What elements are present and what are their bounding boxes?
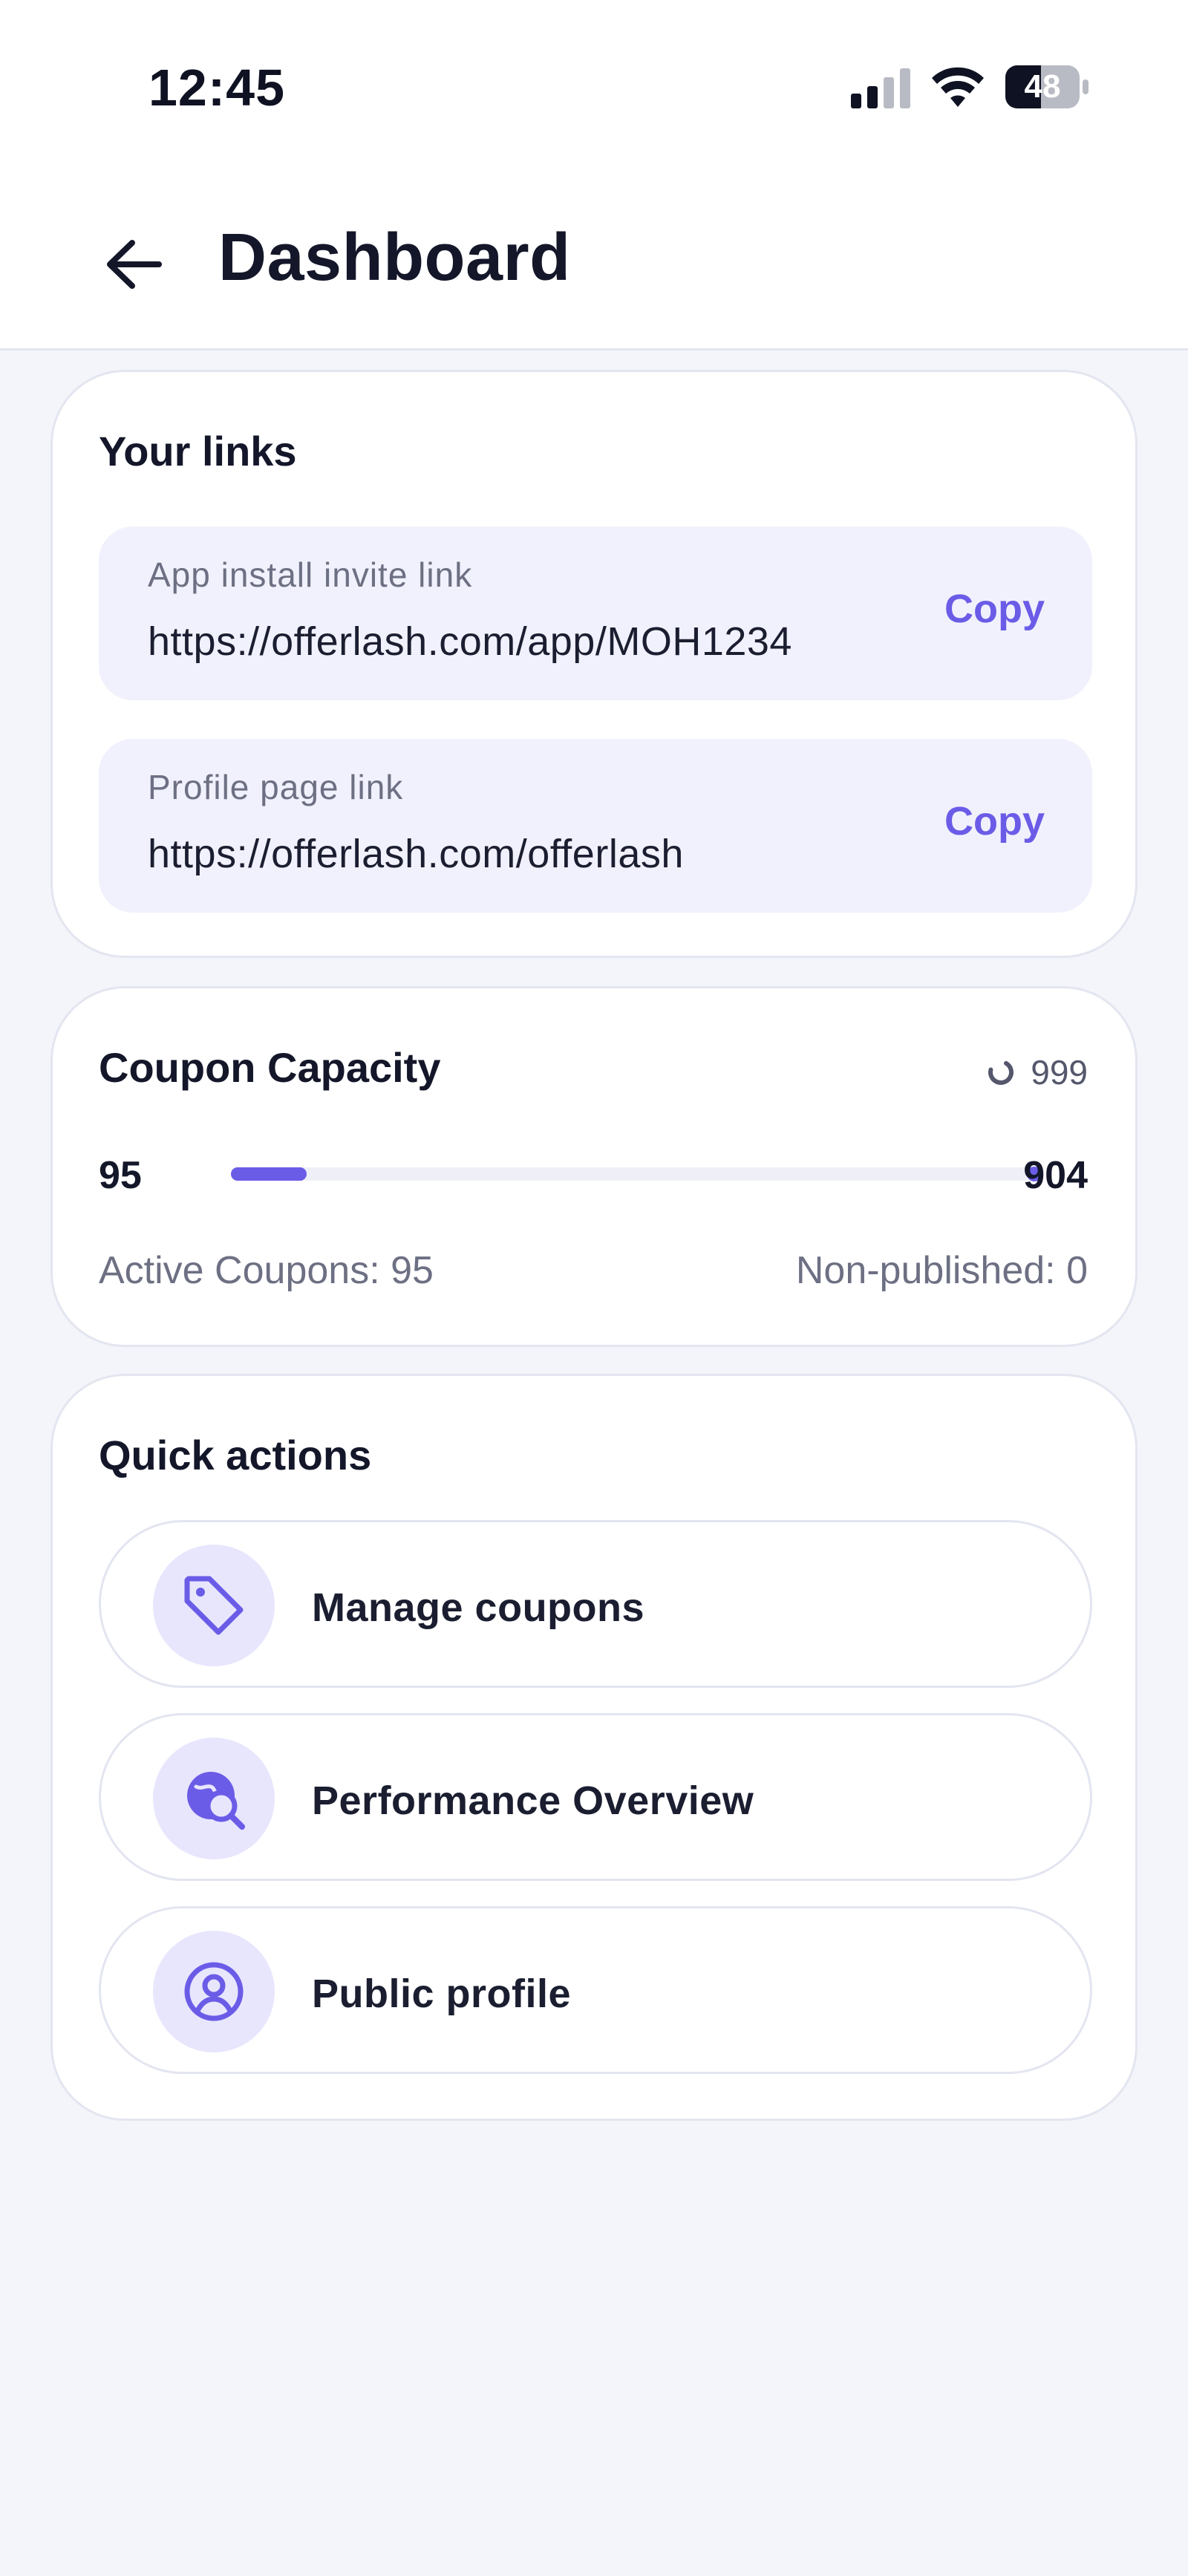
copy-profile-link-button[interactable]: Copy [944,798,1045,844]
capacity-progress-fill [231,1167,307,1181]
manage-coupons-button[interactable]: Manage coupons [99,1520,1092,1688]
public-profile-button[interactable]: Public profile [99,1906,1092,2074]
profile-link-label: Profile page link [148,768,404,806]
back-button[interactable] [97,227,171,301]
quick-actions-title: Quick actions [99,1432,372,1478]
invite-link-url: https://offerlash.com/app/MOH1234 [148,619,792,664]
battery-level: 48 [1024,68,1061,105]
cellular-signal-icon [851,68,910,108]
user-circle-icon [184,1962,244,2021]
page-title: Dashboard [218,221,571,295]
capacity-title: Coupon Capacity [99,1044,441,1091]
capacity-total: 999 [986,1052,1088,1092]
capacity-remaining-value: 904 [1023,1154,1088,1197]
copy-invite-link-button[interactable]: Copy [944,586,1045,632]
invite-link-box: App install invite link https://offerlas… [99,526,1092,700]
profile-link-box: Profile page link https://offerlash.com/… [99,739,1092,913]
public-profile-label: Public profile [312,1972,572,2016]
public-profile-icon-circle [153,1931,275,2052]
capacity-total-value: 999 [1031,1053,1088,1092]
arrow-left-icon [107,240,162,289]
performance-overview-button[interactable]: Performance Overview [99,1713,1092,1881]
globe-search-icon [187,1772,245,1830]
loading-ring-icon [988,1060,1014,1085]
active-coupons-text: Active Coupons: 95 [99,1249,434,1292]
status-time: 12:45 [148,59,286,117]
non-published-text: Non-published: 0 [795,1249,1088,1292]
links-title: Your links [99,428,297,475]
tag-icon [184,1576,244,1635]
profile-link-url: https://offerlash.com/offerlash [148,832,684,876]
manage-coupons-label: Manage coupons [312,1585,645,1630]
quick-actions-card: Quick actions Manage coupons Performance… [50,1374,1138,2121]
performance-overview-icon-circle [153,1738,275,1859]
invite-link-label: App install invite link [148,555,473,594]
performance-overview-label: Performance Overview [312,1778,754,1823]
app-header: Dashboard [0,178,1188,350]
capacity-used-value: 95 [99,1154,142,1197]
coupon-capacity-card: Coupon Capacity 999 95 904 Active Coupon… [50,986,1138,1347]
manage-coupons-icon-circle [153,1545,275,1666]
wifi-icon [932,67,984,107]
status-bar: 12:45 48 [0,0,1188,178]
capacity-progress-bar [231,1167,1042,1181]
links-card: Your links App install invite link https… [50,370,1138,958]
